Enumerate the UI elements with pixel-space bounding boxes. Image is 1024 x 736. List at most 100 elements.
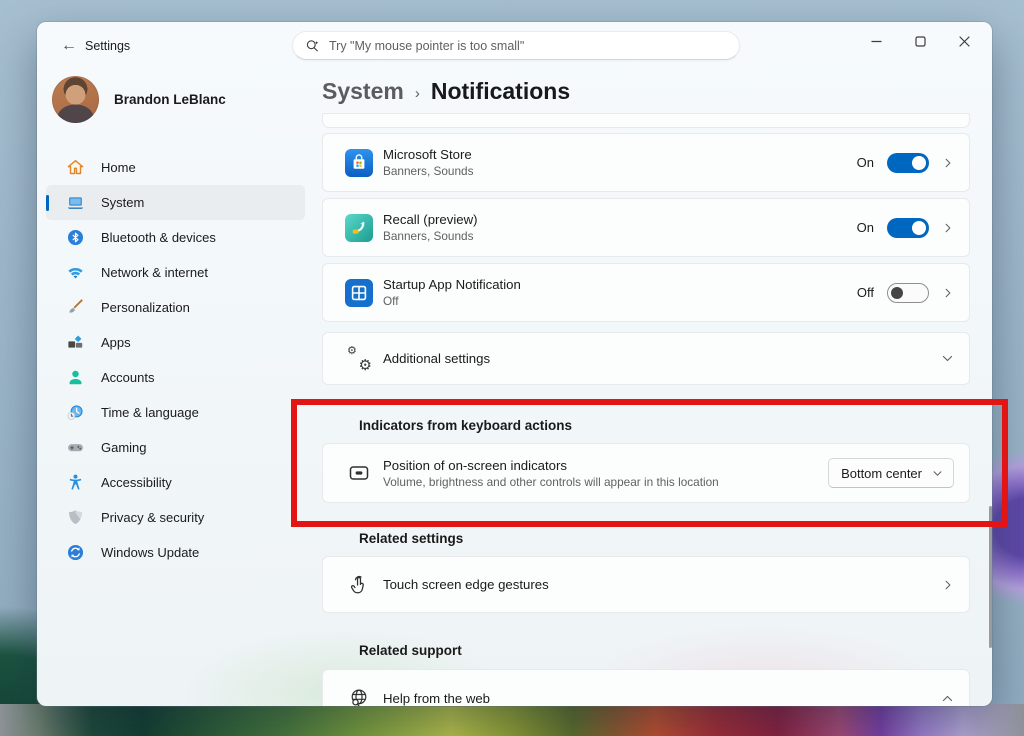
row-recall[interactable]: Recall (preview) Banners, Sounds On: [322, 198, 970, 257]
chevron-right-icon[interactable]: [942, 157, 954, 169]
toggle-state-label: Off: [857, 285, 874, 300]
recall-icon: [344, 214, 374, 242]
section-heading-related-support: Related support: [359, 643, 462, 658]
page-title: Notifications: [431, 78, 570, 105]
sidebar-nav: Home System Bluetooth & devices Network …: [37, 150, 319, 570]
row-position-indicators[interactable]: Position of on-screen indicators Volume,…: [322, 443, 970, 503]
minimize-button[interactable]: [854, 22, 898, 60]
accessibility-icon: [65, 473, 85, 493]
breadcrumb: System › Notifications: [322, 78, 570, 105]
back-arrow-icon: ←: [61, 37, 77, 55]
user-name: Brandon LeBlanc: [114, 92, 226, 107]
sidebar-item-label: Apps: [101, 335, 131, 350]
windows-update-icon: [65, 543, 85, 563]
scrollbar-thumb[interactable]: [989, 506, 992, 648]
section-heading-related-settings: Related settings: [359, 531, 463, 546]
sidebar-item-gaming[interactable]: Gaming: [46, 430, 305, 465]
row-touch-gestures[interactable]: Touch screen edge gestures: [322, 556, 970, 613]
chevron-up-icon[interactable]: [941, 692, 954, 705]
sidebar: Brandon LeBlanc Home System Bluetooth &: [37, 66, 319, 570]
bluetooth-icon: [65, 228, 85, 248]
settings-window: ← Settings Brandon LeBlanc: [37, 22, 992, 706]
close-button[interactable]: [942, 22, 986, 60]
sidebar-item-time-language[interactable]: Time & language: [46, 395, 305, 430]
notifications-toggle[interactable]: [887, 218, 929, 238]
sidebar-item-label: Time & language: [101, 405, 199, 420]
sidebar-item-label: Accessibility: [101, 475, 172, 490]
globe-search-icon: [344, 687, 374, 706]
network-icon: [65, 263, 85, 283]
row-microsoft-store[interactable]: Microsoft Store Banners, Sounds On: [322, 133, 970, 192]
startup-app-icon: [344, 279, 374, 307]
row-title: Microsoft Store: [383, 147, 474, 162]
maximize-button[interactable]: [898, 22, 942, 60]
on-screen-indicator-icon: [344, 461, 374, 485]
sidebar-item-apps[interactable]: Apps: [46, 325, 305, 360]
apps-icon: [65, 333, 85, 353]
toggle-state-label: On: [857, 220, 874, 235]
sidebar-item-bluetooth[interactable]: Bluetooth & devices: [46, 220, 305, 255]
section-heading-indicators: Indicators from keyboard actions: [359, 418, 572, 433]
row-subtitle: Banners, Sounds: [383, 229, 478, 243]
row-title: Startup App Notification: [383, 277, 521, 292]
search-box[interactable]: [292, 31, 740, 60]
chevron-right-icon[interactable]: [942, 579, 954, 591]
dropdown-value: Bottom center: [841, 466, 922, 481]
close-icon: [959, 36, 970, 47]
minimize-icon: [871, 36, 882, 47]
toggle-state-label: On: [857, 155, 874, 170]
privacy-icon: [65, 508, 85, 528]
chevron-right-icon[interactable]: [942, 222, 954, 234]
row-additional-settings[interactable]: ⚙⚙ Additional settings: [322, 332, 970, 385]
back-button[interactable]: ←: [55, 34, 83, 58]
window-controls: [854, 22, 986, 60]
row-title: Additional settings: [383, 351, 490, 366]
row-title: Touch screen edge gestures: [383, 577, 549, 592]
avatar: [52, 76, 99, 123]
partial-row-above[interactable]: [322, 113, 970, 128]
sidebar-item-label: System: [101, 195, 144, 210]
wallpaper-bloom-blob: [988, 420, 1024, 635]
notifications-toggle[interactable]: [887, 283, 929, 303]
sidebar-item-label: Accounts: [101, 370, 154, 385]
sidebar-item-label: Privacy & security: [101, 510, 204, 525]
wallpaper-bloom-strip: [0, 704, 1024, 736]
sidebar-item-system[interactable]: System: [46, 185, 305, 220]
chevron-down-icon: [932, 468, 943, 479]
row-subtitle: Banners, Sounds: [383, 164, 474, 178]
search-input[interactable]: [329, 39, 727, 53]
row-subtitle: Off: [383, 294, 521, 308]
notifications-toggle[interactable]: [887, 153, 929, 173]
sidebar-item-privacy[interactable]: Privacy & security: [46, 500, 305, 535]
row-title: Help from the web: [383, 691, 490, 706]
row-startup-app-notification[interactable]: Startup App Notification Off Off: [322, 263, 970, 322]
sidebar-item-label: Windows Update: [101, 545, 199, 560]
touch-gesture-icon: [344, 574, 374, 596]
sidebar-item-label: Gaming: [101, 440, 147, 455]
microsoft-store-icon: [344, 149, 374, 177]
chevron-right-icon[interactable]: [942, 287, 954, 299]
sidebar-item-home[interactable]: Home: [46, 150, 305, 185]
gears-icon: ⚙⚙: [344, 347, 374, 371]
personalization-icon: [65, 298, 85, 318]
maximize-icon: [915, 36, 926, 47]
sidebar-item-windows-update[interactable]: Windows Update: [46, 535, 305, 570]
sidebar-item-accessibility[interactable]: Accessibility: [46, 465, 305, 500]
breadcrumb-chevron-icon: ›: [415, 85, 420, 102]
sidebar-item-accounts[interactable]: Accounts: [46, 360, 305, 395]
sidebar-item-label: Bluetooth & devices: [101, 230, 216, 245]
time-language-icon: [65, 403, 85, 423]
row-title: Recall (preview): [383, 212, 478, 227]
position-dropdown[interactable]: Bottom center: [828, 458, 954, 488]
sidebar-item-network[interactable]: Network & internet: [46, 255, 305, 290]
gaming-icon: [65, 438, 85, 458]
user-profile[interactable]: Brandon LeBlanc: [52, 76, 319, 123]
row-subtitle: Volume, brightness and other controls wi…: [383, 475, 719, 489]
row-title: Position of on-screen indicators: [383, 458, 719, 473]
breadcrumb-parent[interactable]: System: [322, 78, 404, 105]
row-help-from-web[interactable]: Help from the web: [322, 669, 970, 706]
chevron-down-icon[interactable]: [941, 352, 954, 365]
search-icon: [305, 38, 320, 53]
sidebar-item-personalization[interactable]: Personalization: [46, 290, 305, 325]
home-icon: [65, 158, 85, 178]
